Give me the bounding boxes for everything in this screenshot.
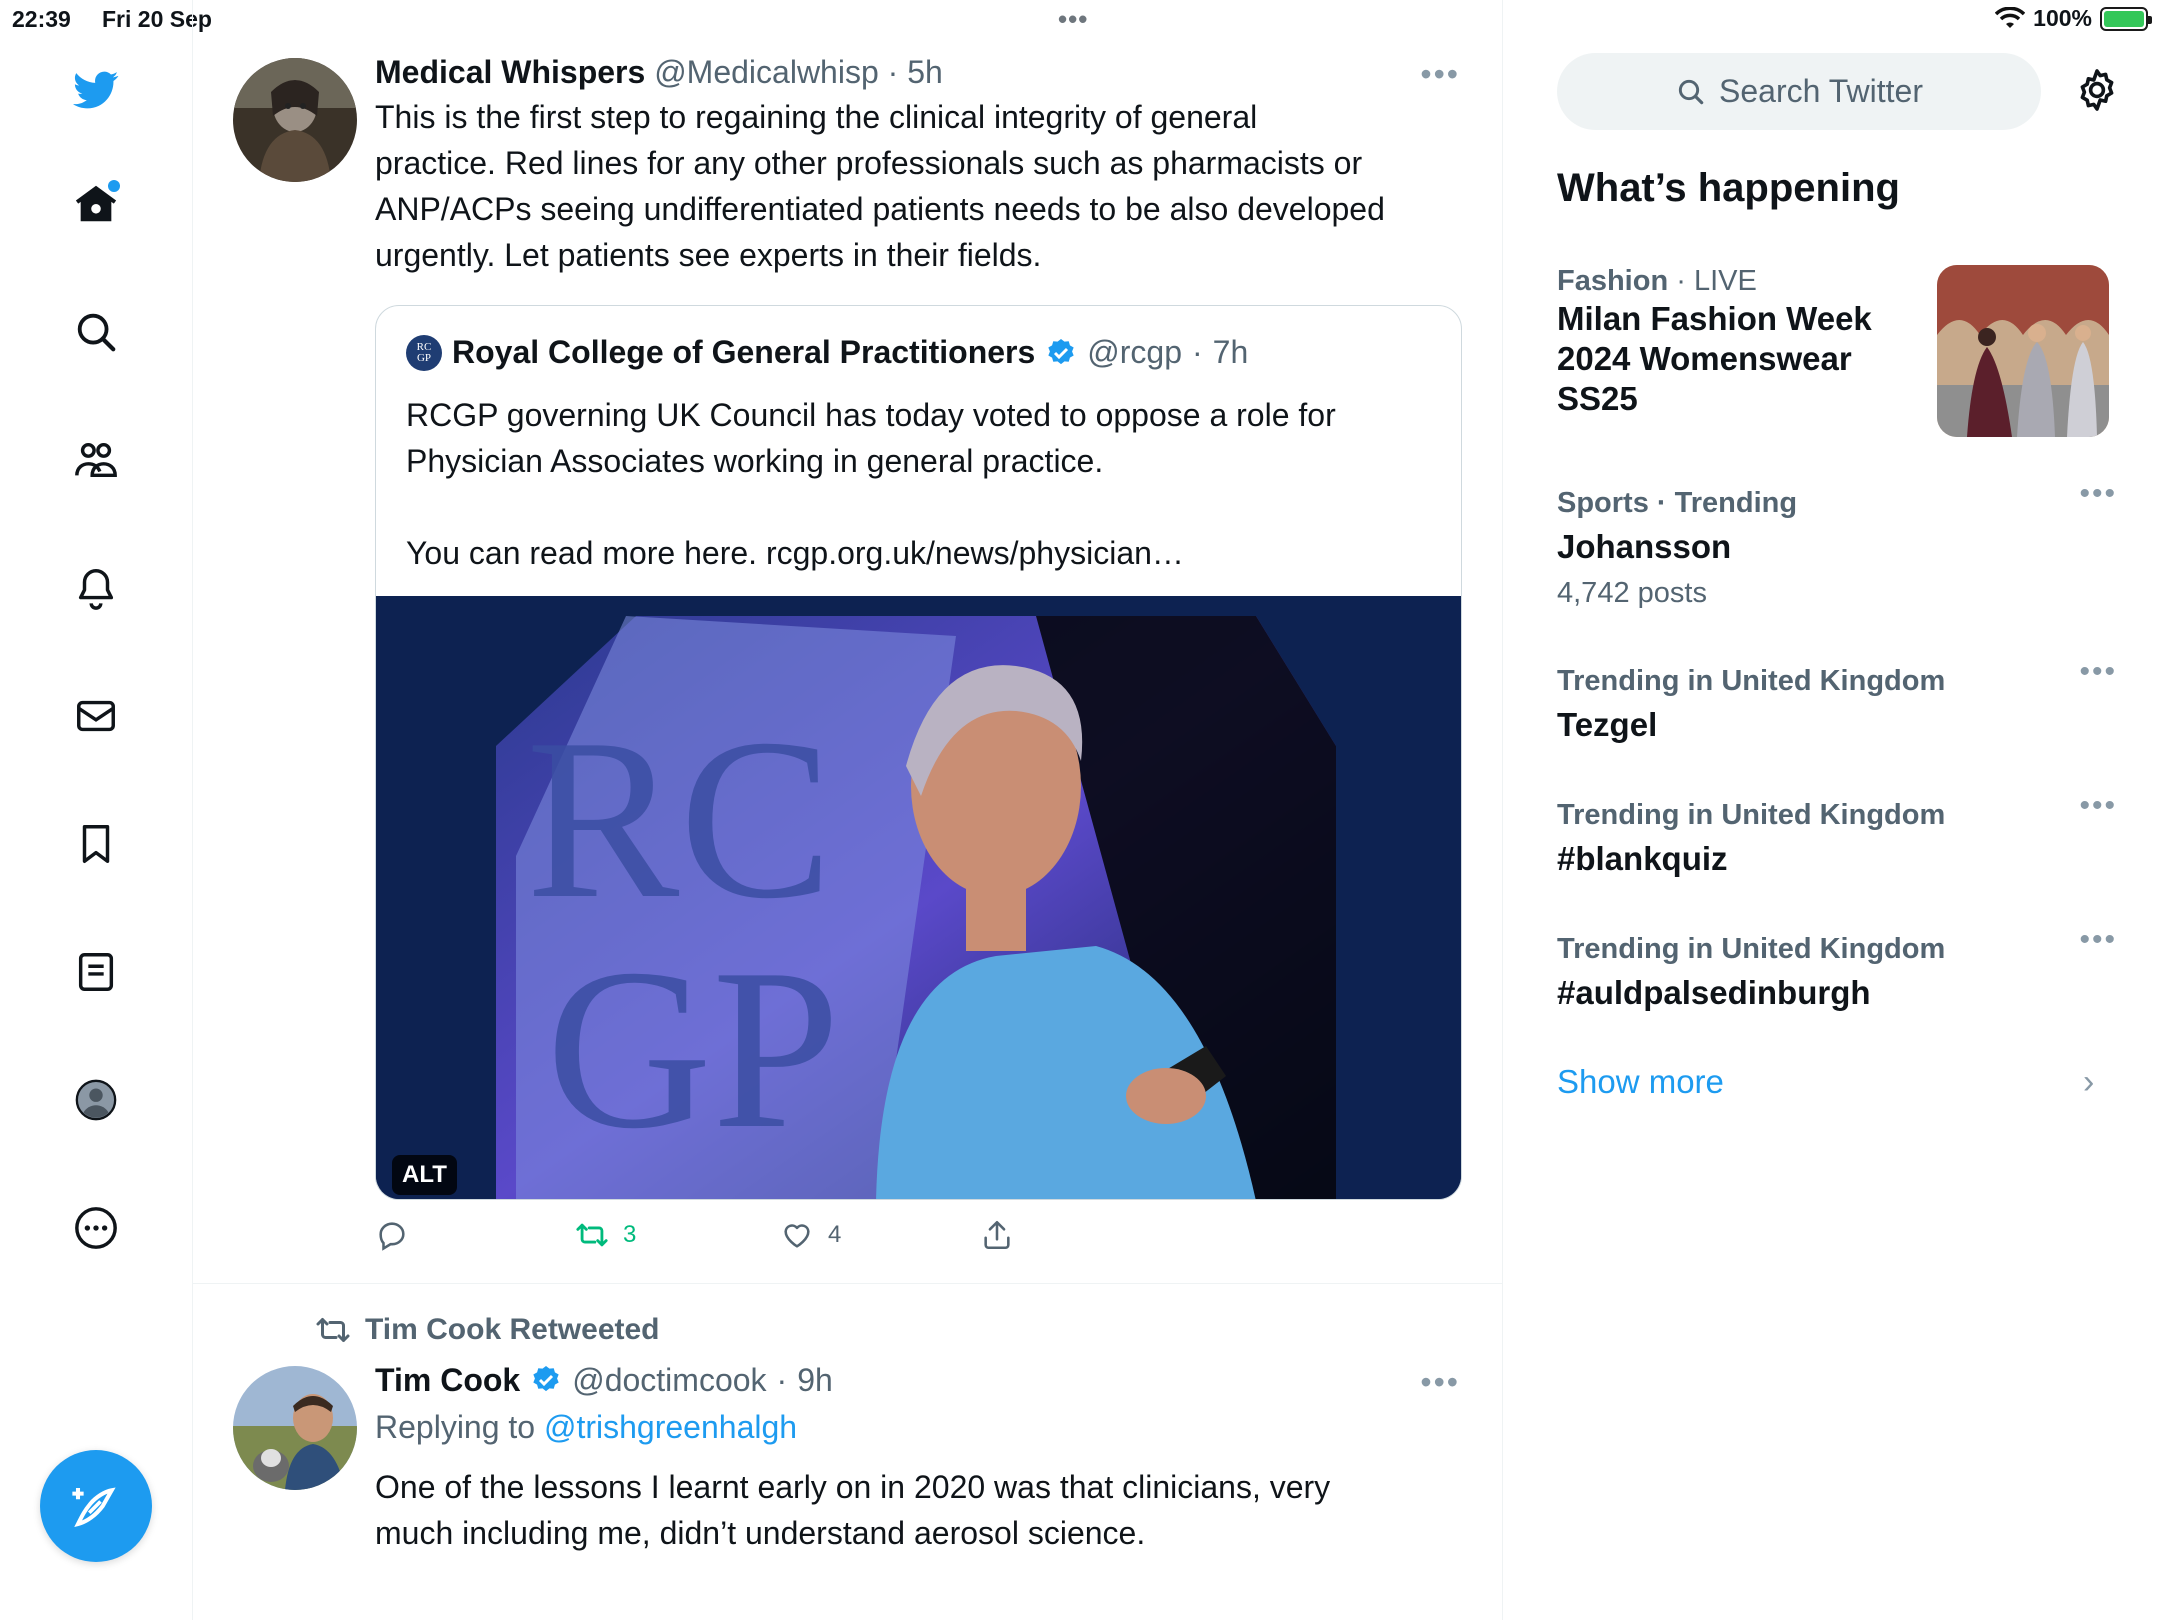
quote-image[interactable]: RC GP ALT: [376, 596, 1461, 1199]
chevron-right-icon[interactable]: ›: [2083, 1063, 2094, 1102]
reply-button[interactable]: [375, 1218, 575, 1252]
trend-posts: 4,742 posts: [1557, 577, 1707, 609]
gear-icon[interactable]: [2073, 66, 2121, 114]
tweet-text-line: much including me, didn’t understand aer…: [375, 1515, 1146, 1551]
home-notification-dot: [108, 180, 120, 192]
retweet-icon: [576, 1223, 608, 1247]
trend-title: Johansson: [1557, 528, 1732, 565]
tweet-time[interactable]: 5h: [907, 54, 943, 90]
quote-time: 7h: [1212, 334, 1249, 370]
replying-to-link[interactable]: @trishgreenhalgh: [544, 1409, 797, 1445]
tweet-header: Tim Cook @doctimcook · 9h •••: [375, 1360, 1460, 1402]
right-sidebar: Search Twitter What’s happening Fashion …: [1503, 0, 2160, 1620]
trend-category: Trending in United Kingdom: [1557, 933, 1946, 965]
quote-tweet[interactable]: RC GP Royal College of General Practition…: [375, 305, 1462, 1200]
quote-author-name[interactable]: Royal College of General Practitioners: [452, 334, 1035, 371]
timeline: Medical Whispers @Medicalwhisp · 5h ••• …: [193, 0, 1503, 1620]
replying-prefix: Replying to: [375, 1409, 536, 1445]
home-icon[interactable]: [66, 174, 126, 234]
tweet-text-line: urgently. Let patients see experts in th…: [375, 237, 1042, 273]
trend-category: Trending in United Kingdom: [1557, 799, 1946, 831]
trend-category: Sports · Trending: [1557, 487, 1798, 519]
trend-item[interactable]: Trending in United Kingdom #auldpalsedin…: [1557, 923, 2117, 1013]
trend-item[interactable]: Trending in United Kingdom #blankquiz ••…: [1557, 789, 2117, 879]
tweet-text-line: practice. Red lines for any other profes…: [375, 145, 1363, 181]
tweet-text: One of the lessons I learnt early on in …: [375, 1464, 1460, 1556]
bookmark-icon[interactable]: [66, 814, 126, 874]
avatar[interactable]: [233, 58, 357, 182]
verified-badge-icon: [533, 1366, 559, 1392]
rcgp-logo[interactable]: RC GP: [406, 334, 442, 371]
whats-happening-title: What’s happening: [1557, 166, 1900, 210]
author-handle[interactable]: @Medicalwhisp: [654, 54, 879, 90]
quote-author-handle[interactable]: @rcgp: [1087, 334, 1182, 371]
more-circle-icon[interactable]: [66, 1198, 126, 1258]
search-icon[interactable]: [66, 302, 126, 362]
tweet-text-line: One of the lessons I learnt early on in …: [375, 1469, 1331, 1505]
quote-text: RCGP governing UK Council has today vote…: [406, 392, 1436, 576]
rcgp-backdrop-text: GP: [546, 921, 840, 1176]
mail-icon[interactable]: [66, 686, 126, 746]
share-button[interactable]: [980, 1218, 1014, 1252]
reply-icon: [379, 1222, 405, 1251]
twitter-logo-icon[interactable]: [66, 60, 126, 120]
search-input[interactable]: Search Twitter: [1557, 53, 2041, 130]
retweeted-by-label: Tim Cook Retweeted: [365, 1313, 660, 1346]
tweet-text-line: This is the first step to regaining the …: [375, 99, 1258, 135]
rcgp-backdrop-text: RC: [526, 691, 833, 946]
tweet-header: Medical Whispers @Medicalwhisp · 5h •••: [375, 54, 1460, 94]
retweeted-by[interactable]: Tim Cook Retweeted: [315, 1312, 660, 1348]
trend-title: Tezgel: [1557, 706, 1658, 743]
tweet-tim-cook[interactable]: Tim Cook Retweeted Tim Cook @doctimcook ·…: [193, 1284, 1503, 1620]
search-icon: [1678, 79, 1704, 104]
alt-badge[interactable]: ALT: [392, 1155, 457, 1195]
search-placeholder: Search Twitter: [1719, 73, 1923, 109]
show-more-link[interactable]: Show more: [1557, 1063, 1724, 1101]
retweet-small-icon: [316, 1318, 350, 1342]
author-name[interactable]: Tim Cook: [375, 1360, 520, 1400]
tweet-medical-whispers[interactable]: Medical Whispers @Medicalwhisp · 5h ••• …: [193, 0, 1503, 1285]
trend-more-icon[interactable]: •••: [2079, 923, 2117, 957]
quote-text-line: Physician Associates working in general …: [406, 443, 1104, 479]
avatar[interactable]: [233, 1366, 357, 1490]
tweet-body: Tim Cook @doctimcook · 9h ••• Replying to …: [375, 1360, 1460, 1556]
replying-to: Replying to @trishgreenhalgh: [375, 1404, 1460, 1450]
like-button[interactable]: 4: [780, 1218, 980, 1252]
quote-link-line[interactable]: You can read more here. rcgp.org.uk/news…: [406, 530, 1436, 576]
tweet-text-line: ANP/ACPs seeing undifferentiated patient…: [375, 191, 1385, 227]
tweet-actions: 3 4: [375, 1218, 1014, 1252]
quote-text-line: RCGP governing UK Council has today vote…: [406, 397, 1336, 433]
tweet-text: This is the first step to regaining the …: [375, 94, 1460, 278]
trend-item[interactable]: Sports · Trending Johansson 4,742 posts …: [1557, 477, 2117, 613]
profile-icon[interactable]: [66, 1070, 126, 1130]
trend-more-icon[interactable]: •••: [2079, 655, 2117, 689]
share-icon: [984, 1220, 1010, 1250]
tweet-more-icon[interactable]: •••: [1420, 54, 1460, 94]
retweet-button[interactable]: 3: [575, 1218, 780, 1252]
trend-live-tag: LIVE: [1693, 265, 1757, 297]
left-nav: [0, 0, 193, 1620]
lists-icon[interactable]: [66, 942, 126, 1002]
author-name[interactable]: Medical Whispers: [375, 54, 645, 90]
trend-title: #blankquiz: [1557, 840, 1728, 877]
compose-button[interactable]: [40, 1450, 152, 1562]
tweet-time[interactable]: 9h: [797, 1360, 833, 1400]
tweet-body: Medical Whispers @Medicalwhisp · 5h ••• …: [375, 52, 1460, 278]
author-handle[interactable]: @doctimcook: [572, 1360, 766, 1400]
like-count: 4: [828, 1221, 842, 1248]
quote-header: RC GP Royal College of General Practition…: [406, 334, 1248, 371]
tweet-more-icon[interactable]: •••: [1420, 1362, 1460, 1402]
verified-badge-icon: [1048, 338, 1074, 364]
trend-more-icon[interactable]: •••: [2079, 477, 2117, 511]
communities-icon[interactable]: [66, 430, 126, 490]
trend-item[interactable]: Trending in United Kingdom Tezgel •••: [1557, 655, 2117, 745]
heart-icon: [784, 1224, 810, 1248]
compose-feather-icon: [72, 1487, 116, 1528]
retweet-count: 3: [623, 1221, 637, 1248]
trend-thumbnail[interactable]: [1937, 265, 2109, 437]
trend-title: #auldpalsedinburgh: [1557, 974, 1871, 1011]
trend-category: Trending in United Kingdom: [1557, 665, 1946, 697]
bell-icon[interactable]: [66, 558, 126, 618]
trend-more-icon[interactable]: •••: [2079, 789, 2117, 823]
